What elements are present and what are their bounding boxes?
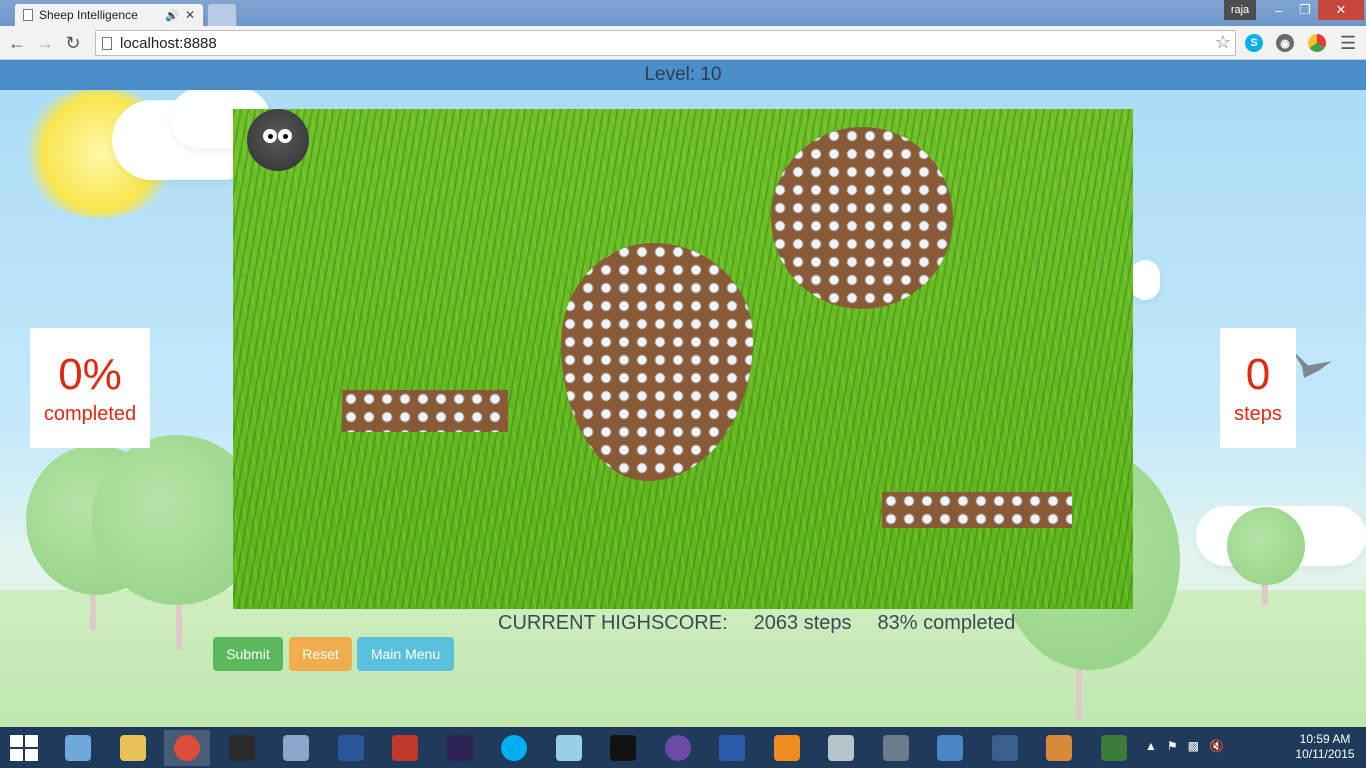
game-page: Level: 10 0% completed 0 steps CURRENT H… (0, 60, 1366, 727)
submit-button[interactable]: Submit (213, 637, 283, 671)
game-board[interactable] (233, 109, 1133, 609)
bookmark-star-icon[interactable]: ☆ (1215, 32, 1231, 53)
remote-desktop-icon[interactable] (927, 730, 973, 766)
page-icon (102, 37, 112, 50)
eye-extension-icon[interactable]: ◉ (1276, 34, 1294, 52)
windows-start-icon[interactable] (10, 735, 38, 761)
tab-title: Sheep Intelligence (39, 8, 138, 22)
clock-date: 10/11/2015 (1295, 747, 1355, 761)
windows-taskbar: ▲ ⚑ ▩ 🔇 10:59 AM 10/11/2015 (0, 727, 1366, 768)
file-explorer-icon[interactable] (110, 730, 156, 766)
color-extension-icon[interactable] (1308, 34, 1326, 52)
highscore-completed: 83% completed (877, 612, 1016, 634)
forward-arrow-icon[interactable]: → (34, 32, 56, 54)
chrome-menu-icon[interactable]: ☰ (1340, 33, 1356, 54)
postgres-icon[interactable] (982, 730, 1028, 766)
notepad-icon[interactable] (546, 730, 592, 766)
completion-panel: 0% completed (30, 328, 150, 448)
reload-icon[interactable]: ↻ (62, 32, 84, 54)
completion-label: completed (43, 402, 137, 425)
tree-decoration (1227, 507, 1305, 585)
editor-icon[interactable] (1091, 730, 1137, 766)
calculator-icon[interactable] (873, 730, 919, 766)
skype-icon[interactable] (491, 730, 537, 766)
wps-icon[interactable] (382, 730, 428, 766)
network-icon[interactable] (273, 730, 319, 766)
github-icon[interactable] (655, 730, 701, 766)
paint-icon[interactable] (1036, 730, 1082, 766)
rock-patch (882, 492, 1072, 528)
system-clock[interactable]: 10:59 AM 10/11/2015 (1290, 732, 1360, 762)
address-bar[interactable]: ☆ (95, 30, 1236, 56)
bird-decoration (1292, 350, 1332, 378)
back-arrow-icon[interactable]: ← (6, 32, 28, 54)
user-badge[interactable]: raja (1224, 0, 1256, 20)
maximize-icon[interactable]: ❐ (1292, 0, 1318, 20)
eclipse-icon[interactable] (437, 730, 483, 766)
network-signal-icon[interactable]: ▩ (1188, 739, 1199, 753)
word-icon[interactable] (328, 730, 374, 766)
steps-panel: 0 steps (1220, 328, 1296, 448)
steps-label: steps (1234, 402, 1282, 425)
chrome-icon[interactable] (164, 730, 210, 766)
main-menu-button[interactable]: Main Menu (357, 637, 454, 671)
cmd-icon[interactable] (600, 730, 646, 766)
level-indicator: Level: 10 (0, 60, 1366, 90)
highscore-label: CURRENT HIGHSCORE: (498, 612, 728, 634)
browser-toolbar: ← → ↻ ☆ S ◉ ☰ (0, 26, 1366, 60)
git-icon[interactable] (764, 730, 810, 766)
volume-muted-icon[interactable]: 🔇 (1209, 739, 1224, 753)
close-window-icon[interactable]: ✕ (1318, 0, 1364, 20)
page-icon (23, 9, 33, 21)
new-tab-button[interactable] (207, 3, 237, 26)
tab-sheep-intelligence[interactable]: Sheep Intelligence 🔊 ✕ (14, 3, 204, 26)
sheep-eye (263, 129, 277, 143)
sheep-eye (278, 129, 292, 143)
tab-close-icon[interactable]: ✕ (185, 8, 195, 22)
rock-patch (561, 243, 753, 481)
minimize-icon[interactable]: – (1266, 0, 1292, 20)
clock-time: 10:59 AM (1299, 732, 1351, 746)
flag-icon[interactable]: ⚑ (1167, 739, 1178, 753)
speaker-icon[interactable]: 🔊 (165, 9, 179, 22)
skype-extension-icon[interactable]: S (1245, 34, 1263, 52)
sheep-player-icon[interactable] (247, 109, 309, 171)
system-tray: ▲ ⚑ ▩ 🔇 (1145, 739, 1224, 753)
completion-value: 0% (58, 349, 122, 399)
browser-tabstrip: Sheep Intelligence 🔊 ✕ raja – ❐ ✕ (0, 0, 1366, 26)
powershell-icon[interactable] (709, 730, 755, 766)
tray-overflow-icon[interactable]: ▲ (1145, 739, 1157, 753)
highscore-steps: 2063 steps (753, 612, 852, 634)
reset-button[interactable]: Reset (289, 637, 352, 671)
terminal-icon[interactable] (219, 730, 265, 766)
highscore-line: CURRENT HIGHSCORE: 2063 steps 83% comple… (498, 612, 1041, 635)
rock-patch (771, 127, 953, 309)
monitor-icon[interactable] (818, 730, 864, 766)
cloud-decoration (1130, 260, 1160, 300)
steps-value: 0 (1245, 349, 1271, 399)
rock-patch (342, 390, 508, 432)
computer-icon[interactable] (55, 730, 101, 766)
url-input[interactable] (120, 33, 1200, 53)
